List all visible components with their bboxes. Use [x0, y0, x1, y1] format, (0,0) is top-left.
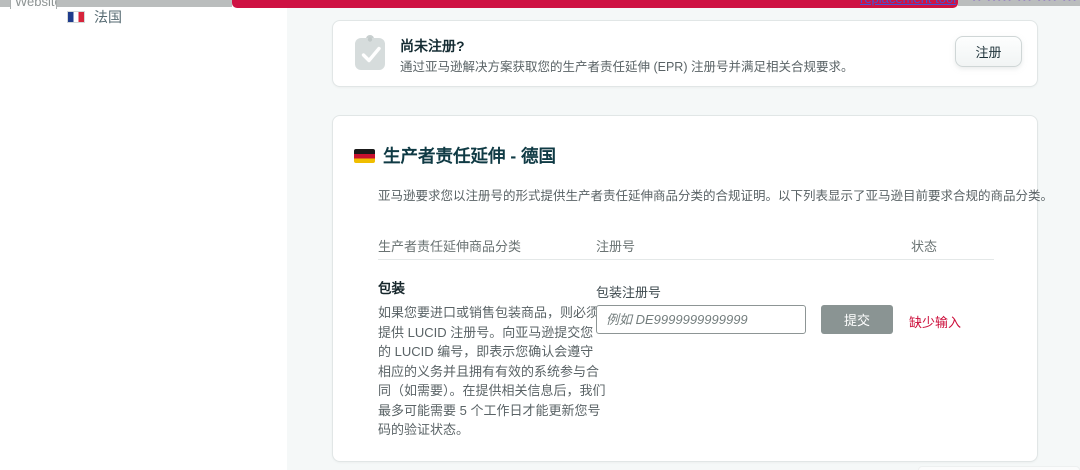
website-tab[interactable]: Website — [10, 0, 57, 9]
cutoff-text-fragment: •• ••••• ••• •••• ••• — [972, 0, 1078, 6]
category-description: 如果您要进口或销售包装商品，则必须提供 LUCID 注册号。向亚马逊提交您的 L… — [378, 303, 606, 440]
register-card-title: 尚未注册? — [400, 36, 465, 56]
table-header-status: 状态 — [911, 236, 937, 255]
clipboard-check-icon — [353, 34, 387, 72]
registration-number-input[interactable] — [596, 305, 806, 334]
website-tab-label: Website — [15, 0, 57, 8]
epr-germany-card: 生产者责任延伸 - 德国 亚马逊要求您以注册号的形式提供生产者责任延伸商品分类的… — [332, 115, 1038, 462]
next-card-edge — [918, 466, 1080, 470]
germany-flag-icon — [354, 149, 375, 163]
country-menu-item-france[interactable]: 法国 — [67, 7, 122, 27]
country-label: 法国 — [94, 7, 122, 27]
register-card: 尚未注册? 通过亚马逊解决方案获取您的生产者责任延伸 (EPR) 注册号并满足相… — [332, 20, 1038, 87]
banner-link[interactable]: replacement tool — [860, 0, 956, 6]
epr-card-description: 亚马逊要求您以注册号的形式提供生产者责任延伸商品分类的合规证明。以下列表显示了亚… — [378, 185, 1053, 204]
france-flag-icon — [67, 11, 85, 23]
epr-card-title: 生产者责任延伸 - 德国 — [383, 143, 556, 168]
page: Website 法国 replacement tool •• ••••• •••… — [0, 0, 1080, 470]
register-button[interactable]: 注册 — [955, 36, 1022, 67]
top-gray-bar-right: •• ••••• ••• •••• ••• — [958, 0, 1080, 6]
table-header-divider — [378, 259, 994, 260]
registration-number-label: 包装注册号 — [596, 282, 661, 301]
register-card-description: 通过亚马逊解决方案获取您的生产者责任延伸 (EPR) 注册号并满足相关合规要求。 — [400, 56, 853, 75]
category-name: 包装 — [378, 277, 405, 297]
notification-banner: replacement tool — [232, 0, 958, 8]
table-header-category: 生产者责任延伸商品分类 — [378, 236, 521, 255]
submit-button[interactable]: 提交 — [821, 305, 893, 334]
status-text: 缺少输入 — [909, 312, 961, 331]
table-header-registration-number: 注册号 — [596, 236, 635, 255]
